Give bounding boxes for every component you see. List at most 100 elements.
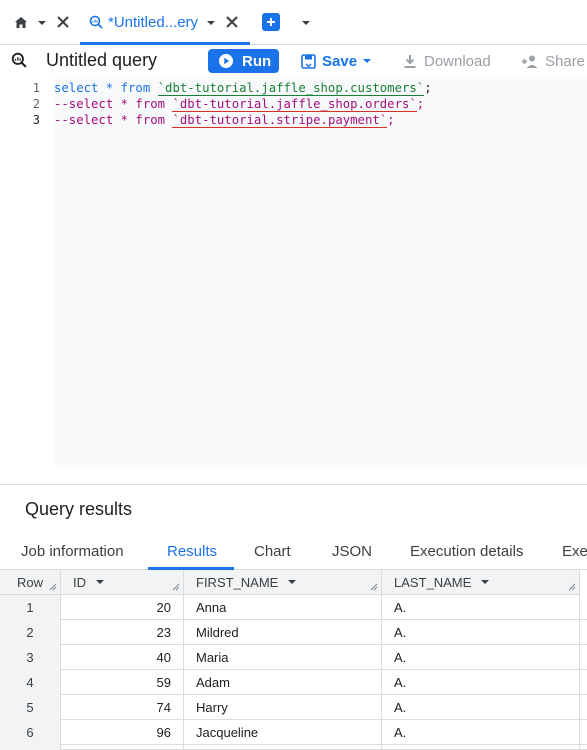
cell-last-name[interactable]: A. xyxy=(382,720,580,745)
download-icon xyxy=(402,53,418,69)
column-header-row[interactable]: Row xyxy=(0,570,61,595)
cell-id xyxy=(61,745,184,750)
tab-results[interactable]: Results xyxy=(167,543,217,560)
cell-first-name[interactable]: Harry xyxy=(184,695,382,720)
download-label: Download xyxy=(424,52,491,70)
tab-chart[interactable]: Chart xyxy=(254,543,291,560)
divider[interactable] xyxy=(0,484,587,485)
resize-handle-icon[interactable] xyxy=(370,583,378,591)
cell-id[interactable]: 40 xyxy=(61,645,184,670)
chevron-down-icon[interactable] xyxy=(479,576,491,588)
table-row[interactable]: 2 23 Mildred A. xyxy=(0,620,587,645)
table-row[interactable]: 6 96 Jacqueline A. xyxy=(0,720,587,745)
close-icon[interactable] xyxy=(53,12,73,32)
chevron-down-icon[interactable] xyxy=(94,576,106,588)
row-number: 1 xyxy=(0,595,61,620)
column-header-label: LAST_NAME xyxy=(394,574,472,590)
results-tabs: Job information Results Chart JSON Execu… xyxy=(0,534,587,570)
cell-last-name[interactable]: A. xyxy=(382,670,580,695)
cell-last-name[interactable]: A. xyxy=(382,620,580,645)
row-number: 3 xyxy=(0,645,61,670)
tab-title: *Untitled...ery xyxy=(108,14,199,31)
line-number: 2 xyxy=(32,97,40,111)
table-row[interactable]: 3 40 Maria A. xyxy=(0,645,587,670)
add-tab-icon[interactable] xyxy=(262,13,280,31)
results-table: Row ID FIRST_NAME LAST_NAME 1 20 Anna A.… xyxy=(0,570,587,750)
tab-job-information[interactable]: Job information xyxy=(21,543,124,560)
line-number-gutter: 1 2 3 xyxy=(0,77,54,465)
code-keyword: select * from xyxy=(54,81,158,95)
column-header-label: Row xyxy=(16,574,43,590)
column-header-label: ID xyxy=(73,574,86,590)
cell-id[interactable]: 96 xyxy=(61,720,184,745)
cell-first-name[interactable]: Maria xyxy=(184,645,382,670)
query-icon xyxy=(88,14,104,30)
table-reference: `dbt-tutorial.jaffle_shop.customers` xyxy=(157,81,425,96)
chevron-down-icon[interactable] xyxy=(35,14,49,32)
row-number: 4 xyxy=(0,670,61,695)
row-number: 2 xyxy=(0,620,61,645)
query-icon xyxy=(10,51,28,69)
tab-json[interactable]: JSON xyxy=(332,543,372,560)
cell-first-name[interactable]: Mildred xyxy=(184,620,382,645)
close-icon[interactable] xyxy=(222,12,242,32)
save-button[interactable]: Save xyxy=(300,49,379,73)
cell-first-name[interactable]: Anna xyxy=(184,595,382,620)
table-reference: `dbt-tutorial.jaffle_shop.orders` xyxy=(172,97,417,112)
code-area[interactable]: select * from `dbt-tutorial.jaffle_shop.… xyxy=(54,77,587,465)
code-line[interactable]: --select * from `dbt-tutorial.stripe.pay… xyxy=(54,113,395,128)
code-comment: --select * from xyxy=(54,113,173,127)
play-icon xyxy=(218,53,234,69)
table-row[interactable]: 4 59 Adam A. xyxy=(0,670,587,695)
cell-first-name[interactable]: Jacqueline xyxy=(184,720,382,745)
tab-execution-details[interactable]: Execution details xyxy=(410,543,523,560)
chevron-down-icon[interactable] xyxy=(286,576,298,588)
resize-handle-icon[interactable] xyxy=(568,583,576,591)
run-label: Run xyxy=(242,52,272,70)
home-icon[interactable] xyxy=(12,14,30,32)
sql-editor[interactable]: 1 2 3 select * from `dbt-tutorial.jaffle… xyxy=(0,77,587,465)
tab-execution-graph[interactable]: Exec xyxy=(562,543,587,560)
table-row[interactable]: 5 74 Harry A. xyxy=(0,695,587,720)
query-toolbar: Untitled query Run Save Download Share xyxy=(0,45,587,77)
row-number: 5 xyxy=(0,695,61,720)
tab-home[interactable] xyxy=(0,0,80,45)
line-number: 1 xyxy=(32,81,40,95)
code-punct: ; xyxy=(387,113,395,127)
column-header-first-name[interactable]: FIRST_NAME xyxy=(184,570,382,595)
cell-id[interactable]: 74 xyxy=(61,695,184,720)
page-title: Untitled query xyxy=(46,50,158,70)
cell-id[interactable]: 23 xyxy=(61,620,184,645)
share-button[interactable]: Share xyxy=(521,49,585,73)
cell-last-name[interactable]: A. xyxy=(382,645,580,670)
chevron-down-icon[interactable] xyxy=(298,14,314,32)
resize-handle-icon[interactable] xyxy=(172,583,180,591)
code-line[interactable]: --select * from `dbt-tutorial.jaffle_sho… xyxy=(54,97,424,112)
table-row[interactable]: 1 20 Anna A. xyxy=(0,595,587,620)
run-button[interactable]: Run xyxy=(208,49,279,73)
table-row xyxy=(0,745,587,750)
cell-last-name[interactable]: A. xyxy=(382,695,580,720)
share-label: Share xyxy=(545,52,586,70)
chevron-down-icon[interactable] xyxy=(204,14,218,32)
save-icon xyxy=(300,53,316,69)
save-label: Save xyxy=(322,52,358,70)
code-line[interactable]: select * from `dbt-tutorial.jaffle_shop.… xyxy=(54,81,432,96)
column-header-label: FIRST_NAME xyxy=(196,574,279,590)
column-header-id[interactable]: ID xyxy=(61,570,184,595)
resize-handle-icon[interactable] xyxy=(49,583,57,591)
chevron-down-icon xyxy=(361,55,373,67)
code-comment: --select * from xyxy=(54,97,173,111)
add-person-icon xyxy=(521,53,539,69)
results-title: Query results xyxy=(25,499,133,519)
cell-last-name xyxy=(382,745,580,750)
tab-bar: *Untitled...ery xyxy=(0,0,587,45)
row-number xyxy=(0,745,61,750)
tab-untitled-query[interactable]: *Untitled...ery xyxy=(80,0,250,45)
column-header-last-name[interactable]: LAST_NAME xyxy=(382,570,580,595)
download-button[interactable]: Download xyxy=(402,49,491,73)
cell-id[interactable]: 59 xyxy=(61,670,184,695)
cell-last-name[interactable]: A. xyxy=(382,595,580,620)
cell-first-name[interactable]: Adam xyxy=(184,670,382,695)
cell-id[interactable]: 20 xyxy=(61,595,184,620)
